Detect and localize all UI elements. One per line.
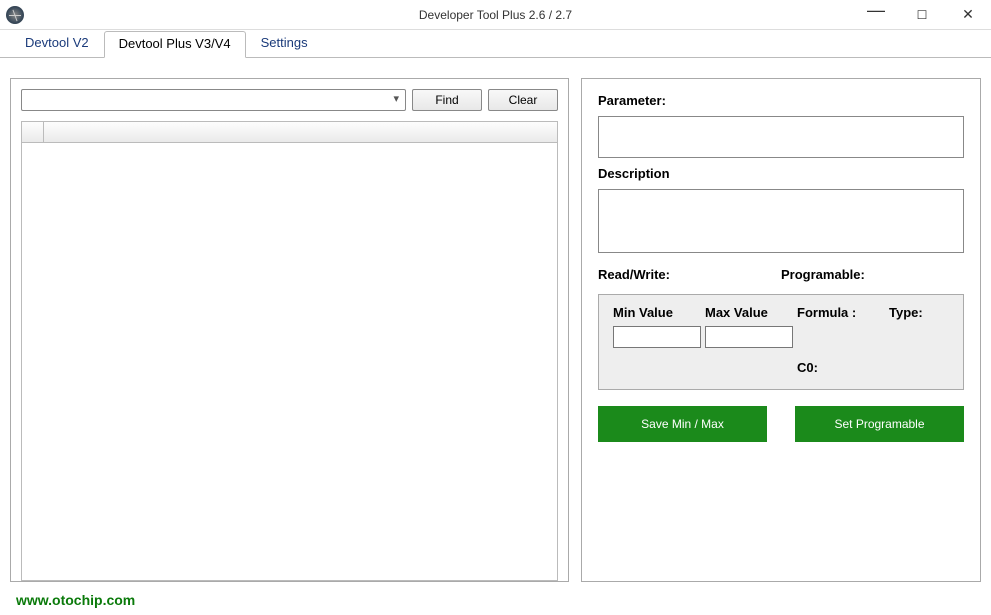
maximize-button[interactable]: ☐ <box>899 0 945 30</box>
left-panel: Find Clear <box>10 78 569 582</box>
grid-header <box>21 121 558 143</box>
max-value-label: Max Value <box>705 305 797 320</box>
window-controls: — ☐ ✕ <box>853 0 991 30</box>
title-bar: Developer Tool Plus 2.6 / 2.7 — ☐ ✕ <box>0 0 991 30</box>
min-value-input[interactable] <box>613 326 701 348</box>
grid-corner <box>22 122 44 142</box>
window-title: Developer Tool Plus 2.6 / 2.7 <box>419 8 572 22</box>
save-minmax-button[interactable]: Save Min / Max <box>598 406 767 442</box>
readwrite-label: Read/Write: <box>598 267 781 282</box>
parameter-label: Parameter: <box>598 93 964 108</box>
max-value-input[interactable] <box>705 326 793 348</box>
right-panel: Parameter: Description Read/Write: Progr… <box>581 78 981 582</box>
minmax-group: Min Value Max Value Formula : Type: C0: <box>598 294 964 390</box>
description-box[interactable] <box>598 189 964 253</box>
grid-body[interactable] <box>21 143 558 581</box>
description-label: Description <box>598 166 964 181</box>
app-icon <box>6 6 24 24</box>
tab-strip: Devtool V2 Devtool Plus V3/V4 Settings <box>0 30 991 58</box>
type-label: Type: <box>889 305 949 320</box>
c0-label: C0: <box>797 360 949 375</box>
footer-url: www.otochip.com <box>0 588 991 612</box>
find-button[interactable]: Find <box>412 89 482 111</box>
action-buttons-row: Save Min / Max Set Programable <box>598 406 964 442</box>
close-button[interactable]: ✕ <box>945 0 991 30</box>
clear-button[interactable]: Clear <box>488 89 558 111</box>
tab-devtool-plus-v3v4[interactable]: Devtool Plus V3/V4 <box>104 31 246 58</box>
readwrite-row: Read/Write: Programable: <box>598 267 964 282</box>
programable-label: Programable: <box>781 267 964 282</box>
search-row: Find Clear <box>21 89 558 111</box>
minimize-button[interactable]: — <box>853 0 899 26</box>
search-combobox[interactable] <box>21 89 406 111</box>
formula-label: Formula : <box>797 305 889 320</box>
tab-devtool-v2[interactable]: Devtool V2 <box>10 30 104 57</box>
set-programable-button[interactable]: Set Programable <box>795 406 964 442</box>
main-content: Find Clear Parameter: Description Read/W… <box>0 58 991 588</box>
parameter-box[interactable] <box>598 116 964 158</box>
tab-settings[interactable]: Settings <box>246 30 323 57</box>
min-value-label: Min Value <box>613 305 705 320</box>
